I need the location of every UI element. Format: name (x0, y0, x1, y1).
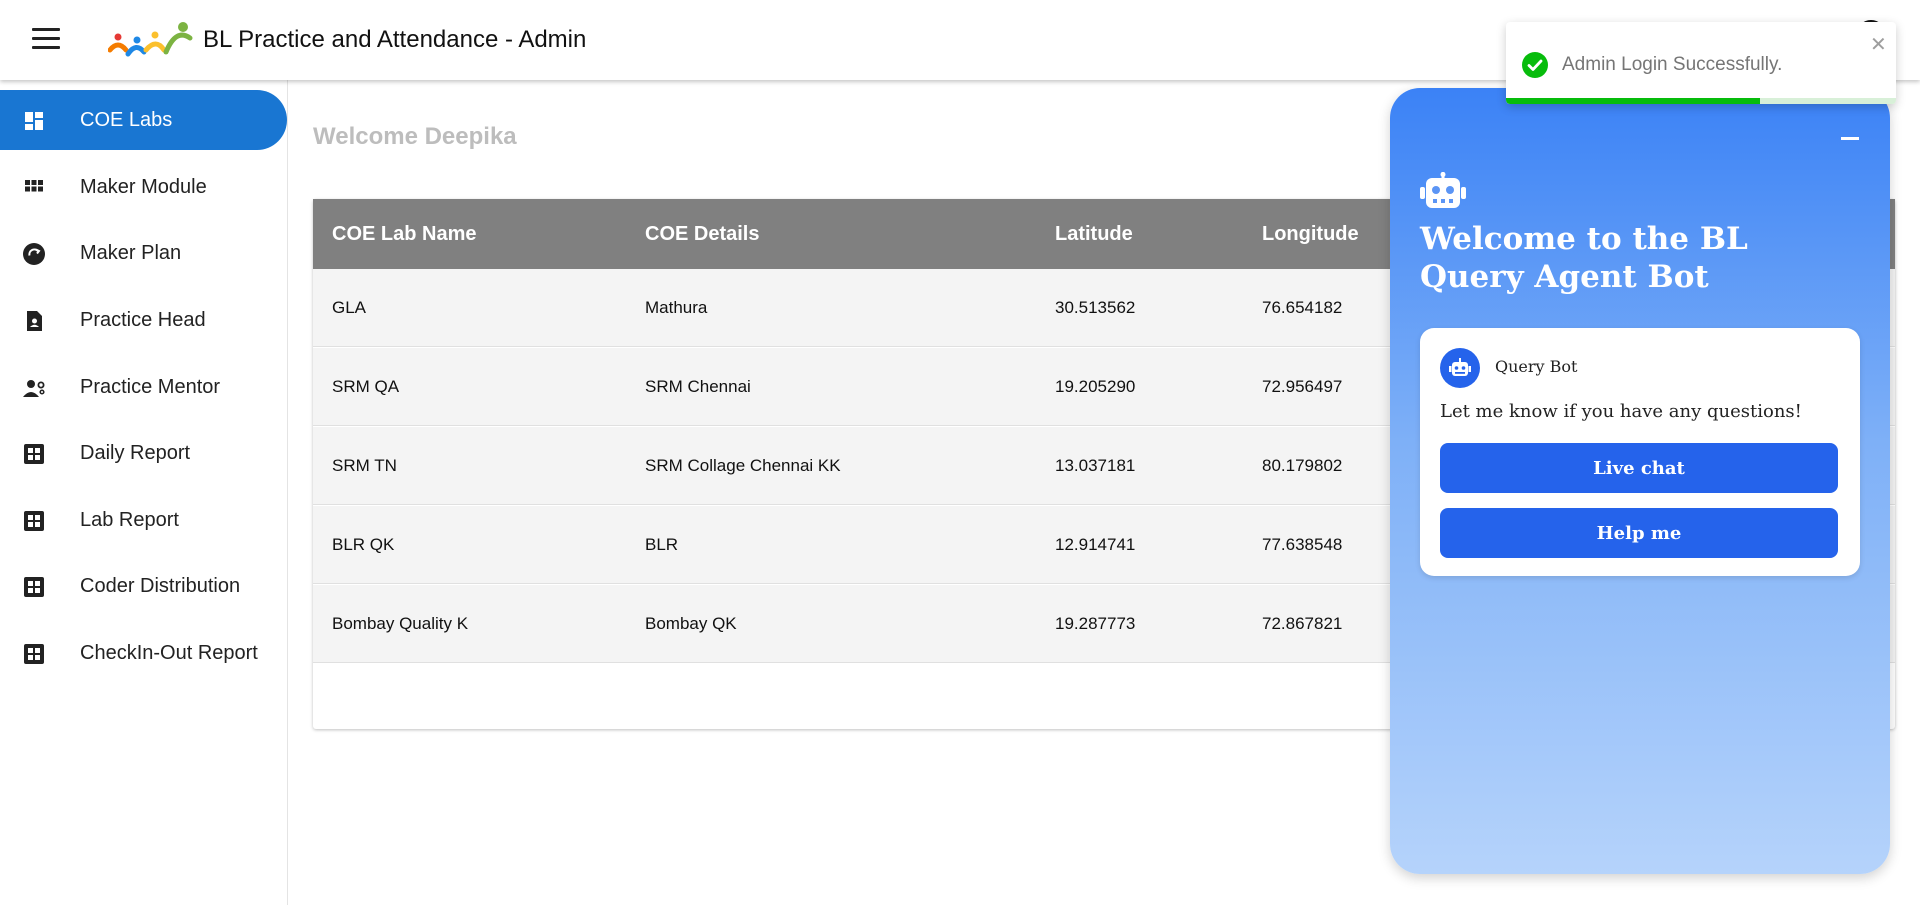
column-header[interactable]: Longitude (1262, 223, 1359, 246)
sidebar-item-lab-report[interactable]: Lab Report (0, 490, 287, 550)
cell-latitude: 19.287773 (1055, 614, 1136, 633)
toast-progress-track (1506, 98, 1896, 104)
apps-box-icon (24, 577, 44, 597)
chat-welcome-title: Welcome to the BL Query Agent Bot (1420, 221, 1748, 295)
cell-longitude: 76.654182 (1262, 298, 1343, 317)
sidebar-item-label: COE Labs (80, 108, 173, 131)
apps-box-icon (24, 444, 44, 464)
sidebar-item-maker-module[interactable]: Maker Module (0, 157, 287, 217)
cell-latitude: 13.037181 (1055, 456, 1136, 475)
cell-lab-name: Bombay Quality K (332, 614, 469, 633)
sidebar-item-coe-labs[interactable]: COE Labs (0, 90, 287, 150)
cell-details: BLR (645, 535, 679, 554)
cell-details: SRM Chennai (645, 377, 751, 396)
app-title: BL Practice and Attendance - Admin (203, 26, 587, 53)
cell-details: Bombay QK (645, 614, 737, 633)
chatbot-panel: Welcome to the BL Query Agent Bot Query … (1390, 88, 1890, 874)
sidebar-item-daily-report[interactable]: Daily Report (0, 423, 287, 483)
toast-message: Admin Login Successfully. (1562, 54, 1783, 75)
cell-lab-name: SRM TN (332, 456, 397, 475)
sidebar-item-practice-head[interactable]: Practice Head (0, 290, 287, 350)
bot-name: Query Bot (1495, 357, 1578, 376)
sidebar-item-practice-mentor[interactable]: Practice Mentor (0, 357, 287, 417)
cell-latitude: 30.513562 (1055, 298, 1136, 317)
help-me-button[interactable]: Help me (1440, 508, 1838, 558)
sidebar-item-maker-plan[interactable]: Maker Plan (0, 223, 287, 283)
sidebar-item-label: Maker Plan (80, 241, 182, 264)
cell-lab-name: GLA (332, 298, 367, 317)
minimize-icon[interactable] (1841, 137, 1859, 140)
sidebar: COE Labs Maker Module Maker Plan Practic… (0, 80, 288, 905)
grid-icon (25, 180, 43, 192)
cell-latitude: 12.914741 (1055, 535, 1136, 554)
people-logo (108, 22, 193, 57)
bot-message-card: Query Bot Let me know if you have any qu… (1420, 328, 1860, 576)
robot-icon (1449, 358, 1471, 376)
cell-details: SRM Collage Chennai KK (645, 456, 841, 475)
sidebar-item-label: Practice Mentor (80, 375, 221, 398)
dashboard-icon (25, 112, 43, 130)
live-chat-button[interactable]: Live chat (1440, 443, 1838, 493)
column-header[interactable]: COE Lab Name (332, 223, 476, 246)
cell-latitude: 19.205290 (1055, 377, 1136, 396)
toast-progress-bar (1506, 98, 1760, 104)
close-icon[interactable]: ✕ (1870, 32, 1887, 57)
success-toast: Admin Login Successfully. ✕ (1506, 22, 1896, 104)
sidebar-item-checkin-out-report[interactable]: CheckIn-Out Report (0, 623, 287, 683)
sidebar-item-label: Coder Distribution (80, 574, 241, 597)
check-circle-icon (1522, 52, 1548, 78)
cell-longitude: 80.179802 (1262, 456, 1343, 475)
cell-details: Mathura (645, 298, 708, 317)
cell-longitude: 72.956497 (1262, 377, 1343, 396)
column-header[interactable]: Latitude (1055, 223, 1133, 246)
cell-longitude: 72.867821 (1262, 614, 1343, 633)
sidebar-item-label: Practice Head (80, 308, 206, 331)
refresh-circle-icon (23, 243, 45, 265)
bot-avatar (1440, 348, 1480, 388)
contact-document-icon (27, 311, 42, 331)
bot-message: Let me know if you have any questions! (1440, 401, 1802, 422)
cell-longitude: 77.638548 (1262, 535, 1343, 554)
hamburger-menu-icon[interactable] (32, 28, 60, 52)
column-header[interactable]: COE Details (645, 223, 759, 246)
cell-lab-name: SRM QA (332, 377, 400, 396)
sidebar-item-coder-distribution[interactable]: Coder Distribution (0, 556, 287, 616)
robot-icon (1420, 172, 1466, 208)
sidebar-item-label: Daily Report (80, 441, 191, 464)
welcome-heading: Welcome Deepika (313, 123, 517, 150)
sidebar-item-label: Lab Report (80, 508, 179, 531)
apps-box-icon (24, 511, 44, 531)
cell-lab-name: BLR QK (332, 535, 395, 554)
sidebar-item-label: Maker Module (80, 175, 207, 198)
sidebar-item-label: CheckIn-Out Report (80, 641, 258, 664)
person-gear-icon (23, 380, 45, 397)
apps-box-icon (24, 644, 44, 664)
